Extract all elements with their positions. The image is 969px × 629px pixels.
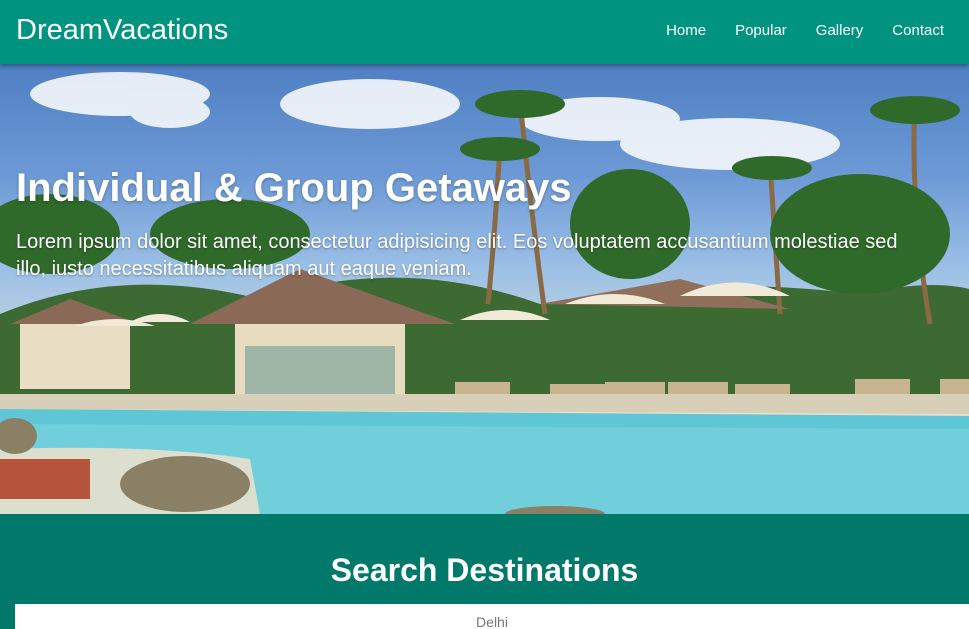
search-heading: Search Destinations — [330, 552, 639, 588]
navbar: DreamVacations Home Popular Gallery Cont… — [0, 0, 969, 64]
destination-input[interactable] — [15, 614, 969, 629]
hero-description: Lorem ipsum dolor sit amet, consectetur … — [16, 231, 898, 280]
search-box — [15, 604, 969, 629]
nav-link-gallery[interactable]: Gallery — [816, 22, 864, 39]
nav-link-popular[interactable]: Popular — [735, 22, 787, 39]
hero-title: Individual & Group Getaways — [16, 166, 572, 210]
search-section: Search Destinations — [0, 514, 969, 629]
hero-background-image — [0, 72, 969, 514]
nav-link-home[interactable]: Home — [666, 22, 706, 39]
nav-link-contact[interactable]: Contact — [892, 22, 944, 39]
brand-logo[interactable]: DreamVacations — [16, 14, 228, 47]
nav-links: Home Popular Gallery Contact — [666, 22, 944, 39]
hero-banner: Individual & Group Getaways Lorem ipsum … — [0, 64, 969, 514]
